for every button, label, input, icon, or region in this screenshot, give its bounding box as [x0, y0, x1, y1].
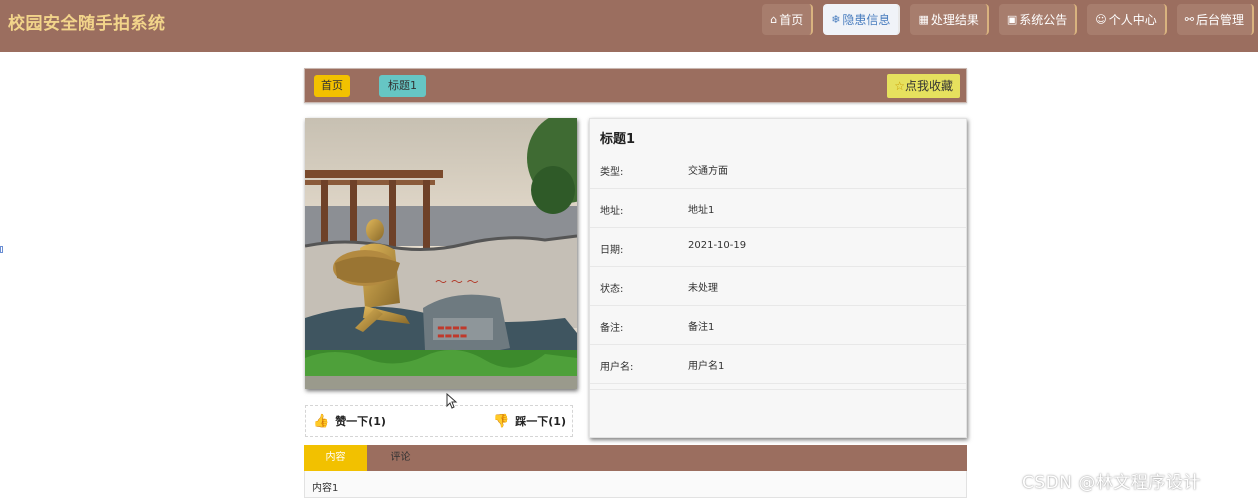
like-label: 赞一下(1) [335, 415, 386, 428]
dislike-label: 踩一下(1) [515, 415, 566, 428]
nav-label: 系统公告 [1019, 13, 1068, 27]
row-label: 地址: [600, 206, 624, 217]
row-label: 用户名: [600, 362, 634, 373]
grid-icon: ▦ [918, 13, 929, 26]
content-text: 内容1 [312, 483, 339, 494]
main-nav: ⌂ 首页 ❄ 隐患信息 ▦ 处理结果 ▣ 系统公告 ☺ 个人中心 ⚯ 后台管理 [762, 4, 1254, 35]
dislike-button[interactable]: 👎 踩一下(1) [493, 413, 566, 429]
favorite-label: 点我收藏 [904, 79, 953, 93]
detail-row-address: 地址: 地址1 [590, 189, 966, 228]
tab-content[interactable]: 内容 [304, 445, 367, 471]
row-label: 日期: [600, 245, 624, 256]
favorite-button[interactable]: ☆点我收藏 [887, 74, 960, 98]
header-bar: 校园安全随手拍系统 ⌂ 首页 ❄ 隐患信息 ▦ 处理结果 ▣ 系统公告 ☺ 个人… [0, 0, 1258, 52]
nav-announcements[interactable]: ▣ 系统公告 [998, 4, 1078, 35]
row-value: 地址1 [688, 205, 715, 216]
row-value: 备注1 [688, 322, 715, 333]
vote-row: 👍 赞一下(1) 👎 踩一下(1) [305, 405, 573, 437]
nav-label: 个人中心 [1108, 13, 1157, 27]
nav-label: 处理结果 [930, 13, 979, 27]
like-button[interactable]: 👍 赞一下(1) [313, 413, 386, 429]
detail-title: 标题1 [600, 132, 636, 147]
nav-hazard-info[interactable]: ❄ 隐患信息 [823, 4, 901, 35]
tab-bar: 内容 评论 [304, 445, 967, 471]
row-value: 2021-10-19 [688, 240, 747, 251]
detail-row-note: 备注: 备注1 [590, 306, 966, 345]
row-value: 交通方面 [688, 166, 728, 177]
svg-text:～ ～ ～: ～ ～ ～ [435, 275, 479, 289]
thumbs-up-icon: 👍 [313, 413, 330, 429]
row-label: 状态: [600, 284, 624, 295]
nav-results[interactable]: ▦ 处理结果 [910, 4, 989, 35]
nav-label: 隐患信息 [842, 13, 891, 27]
home-icon: ⌂ [770, 13, 778, 26]
nav-profile[interactable]: ☺ 个人中心 [1087, 4, 1167, 35]
detail-row-username: 用户名: 用户名1 [590, 345, 966, 384]
nav-admin[interactable]: ⚯ 后台管理 [1176, 4, 1254, 35]
detail-panel: 标题1 类型: 交通方面 地址: 地址1 日期: 2021-10-19 状态: … [589, 118, 967, 438]
tab-comments[interactable]: 评论 [369, 445, 432, 471]
row-value: 用户名1 [688, 361, 725, 372]
statue-photo: ～ ～ ～ ▬▬▬▬ ▬▬▬▬ [305, 118, 577, 389]
row-label: 类型: [600, 167, 624, 178]
star-icon: ☆ [894, 79, 905, 93]
nav-label: 首页 [779, 13, 804, 27]
tab-content-panel: 内容1 [304, 471, 967, 498]
row-label: 备注: [600, 323, 624, 334]
nav-home[interactable]: ⌂ 首页 [762, 4, 814, 35]
breadcrumb-current: 标题1 [379, 75, 426, 97]
mouse-cursor-icon [446, 393, 458, 409]
detail-divider [590, 384, 966, 390]
user-icon: ☺ [1095, 13, 1107, 26]
detail-row-status: 状态: 未处理 [590, 267, 966, 306]
watermark: CSDN @林文程序设计 [1022, 473, 1201, 493]
snowflake-icon: ❄ [831, 13, 841, 26]
row-value: 未处理 [688, 283, 718, 294]
site-title: 校园安全随手拍系统 [8, 14, 166, 34]
detail-row-type: 类型: 交通方面 [590, 150, 966, 189]
thumbs-down-icon: 👎 [493, 413, 510, 429]
notice-icon: ▣ [1006, 13, 1018, 26]
nav-label: 后台管理 [1195, 13, 1244, 27]
breadcrumb: 首页 标题1 ☆点我收藏 [304, 68, 967, 103]
svg-text:▬▬▬▬: ▬▬▬▬ [437, 331, 467, 340]
edge-marker [0, 246, 3, 253]
breadcrumb-home[interactable]: 首页 [314, 75, 350, 97]
link-icon: ⚯ [1184, 13, 1194, 26]
detail-row-date: 日期: 2021-10-19 [590, 228, 966, 267]
hazard-photo: ～ ～ ～ ▬▬▬▬ ▬▬▬▬ [305, 118, 577, 389]
